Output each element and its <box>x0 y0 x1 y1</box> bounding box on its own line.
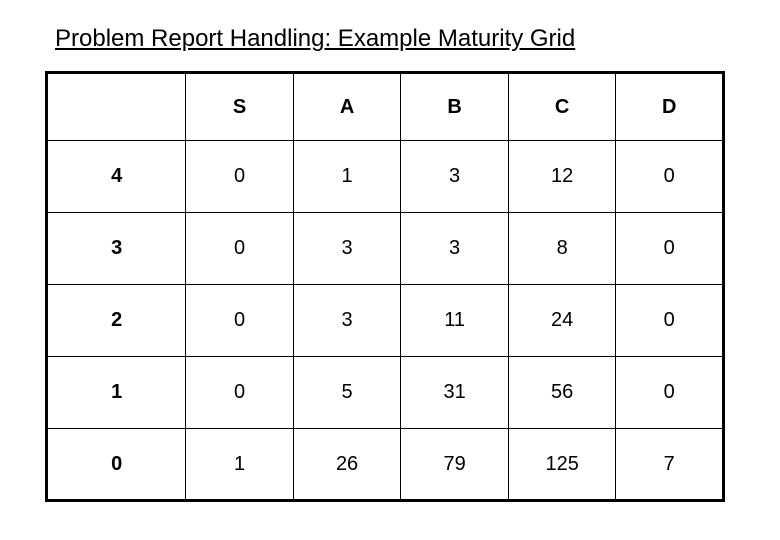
cell: 8 <box>508 213 616 285</box>
header-s: S <box>186 73 293 141</box>
cell: 3 <box>401 141 509 213</box>
header-b: B <box>401 73 509 141</box>
cell: 0 <box>616 213 724 285</box>
cell: 3 <box>401 213 509 285</box>
cell: 7 <box>616 429 724 501</box>
cell: 79 <box>401 429 509 501</box>
cell: 0 <box>616 285 724 357</box>
table-row: 3 0 3 3 8 0 <box>47 213 724 285</box>
cell: 26 <box>293 429 401 501</box>
cell: 11 <box>401 285 509 357</box>
table-header-row: S A B C D <box>47 73 724 141</box>
cell: 56 <box>508 357 616 429</box>
maturity-grid-table: S A B C D 4 0 1 3 12 0 3 0 3 3 8 0 2 0 3… <box>45 71 725 502</box>
page-title: Problem Report Handling: Example Maturit… <box>55 25 735 53</box>
cell: 1 <box>186 429 293 501</box>
row-label: 2 <box>47 285 186 357</box>
header-d: D <box>616 73 724 141</box>
cell: 3 <box>293 213 401 285</box>
cell: 0 <box>616 141 724 213</box>
cell: 0 <box>186 213 293 285</box>
cell: 24 <box>508 285 616 357</box>
header-c: C <box>508 73 616 141</box>
cell: 0 <box>616 357 724 429</box>
cell: 125 <box>508 429 616 501</box>
row-label: 1 <box>47 357 186 429</box>
row-label: 0 <box>47 429 186 501</box>
cell: 0 <box>186 141 293 213</box>
cell: 1 <box>293 141 401 213</box>
cell: 5 <box>293 357 401 429</box>
table-row: 4 0 1 3 12 0 <box>47 141 724 213</box>
header-a: A <box>293 73 401 141</box>
header-blank <box>47 73 186 141</box>
cell: 3 <box>293 285 401 357</box>
row-label: 3 <box>47 213 186 285</box>
table-row: 1 0 5 31 56 0 <box>47 357 724 429</box>
table-row: 0 1 26 79 125 7 <box>47 429 724 501</box>
cell: 0 <box>186 285 293 357</box>
table-row: 2 0 3 11 24 0 <box>47 285 724 357</box>
cell: 0 <box>186 357 293 429</box>
cell: 12 <box>508 141 616 213</box>
cell: 31 <box>401 357 509 429</box>
row-label: 4 <box>47 141 186 213</box>
